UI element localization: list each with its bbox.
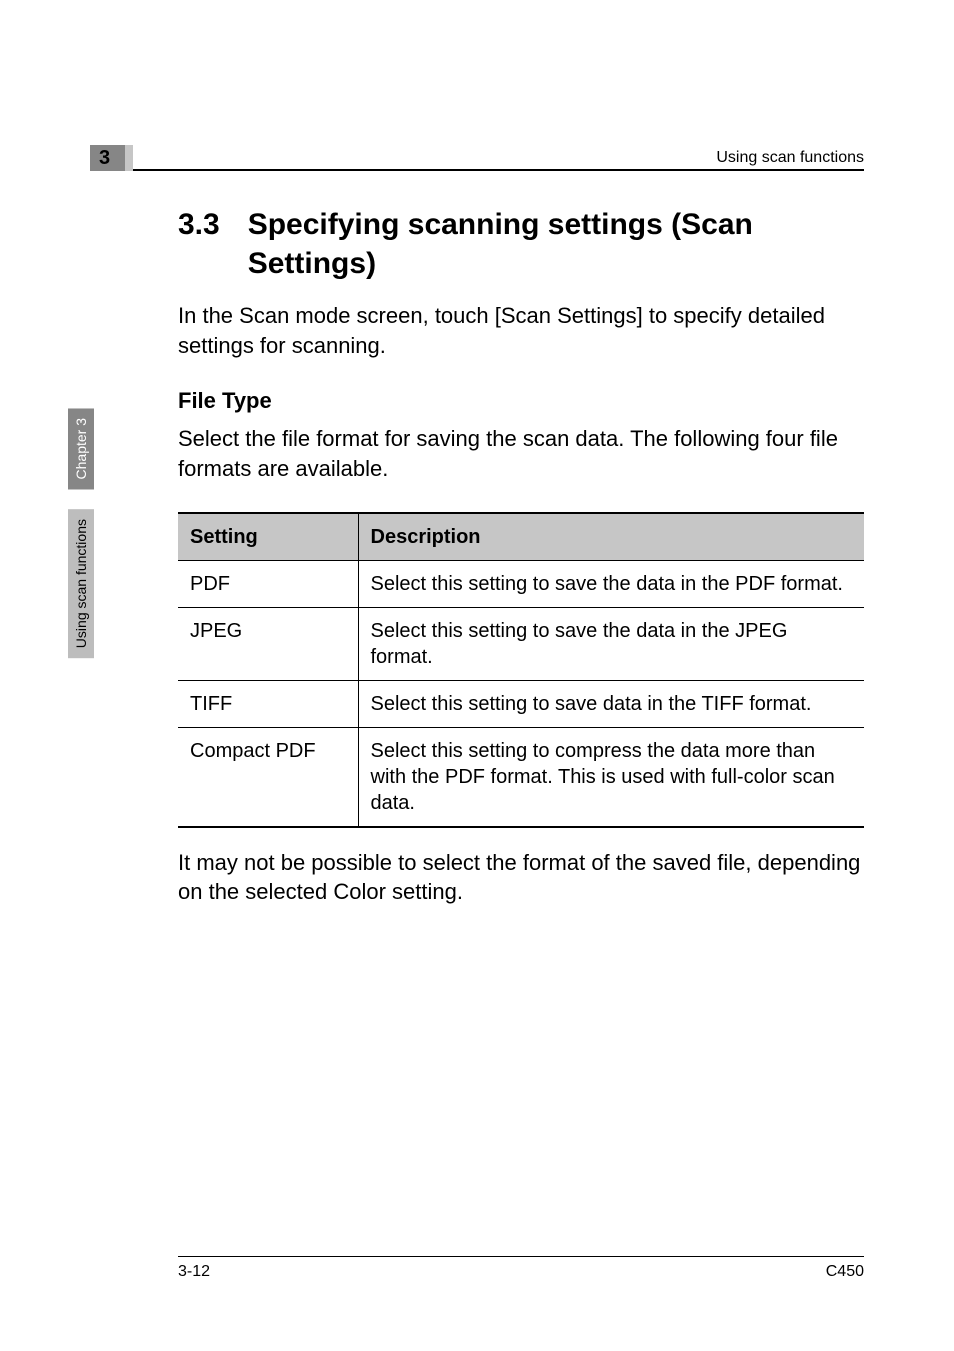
description-cell: Select this setting to save data in the …	[358, 680, 864, 727]
setting-cell: TIFF	[178, 680, 358, 727]
model-number: C450	[826, 1263, 864, 1281]
settings-table: Setting Description PDF Select this sett…	[178, 512, 864, 828]
page-header: 3 Using scan functions	[90, 145, 864, 171]
side-tab-section: Using scan functions	[68, 509, 94, 658]
section-number: 3.3	[178, 205, 220, 244]
description-cell: Select this setting to save the data in …	[358, 560, 864, 607]
subsection-intro: Select the file format for saving the sc…	[178, 424, 864, 483]
chapter-number: 3	[99, 147, 110, 170]
section-heading: 3.3 Specifying scanning settings (Scan S…	[178, 205, 864, 283]
table-header-row: Setting Description	[178, 513, 864, 561]
table-row: PDF Select this setting to save the data…	[178, 560, 864, 607]
table-row: JPEG Select this setting to save the dat…	[178, 607, 864, 680]
description-cell: Select this setting to compress the data…	[358, 727, 864, 827]
note-text: It may not be possible to select the for…	[178, 848, 864, 907]
breadcrumb: Using scan functions	[716, 149, 864, 167]
table-row: Compact PDF Select this setting to compr…	[178, 727, 864, 827]
footer-rule	[178, 1256, 864, 1257]
setting-cell: Compact PDF	[178, 727, 358, 827]
side-tabs: Chapter 3 Using scan functions	[68, 408, 98, 679]
page-container: 3 Using scan functions Chapter 3 Using s…	[0, 0, 954, 1351]
table-header-setting: Setting	[178, 513, 358, 561]
section-intro: In the Scan mode screen, touch [Scan Set…	[178, 301, 864, 360]
side-tab-chapter: Chapter 3	[68, 408, 94, 489]
description-cell: Select this setting to save the data in …	[358, 607, 864, 680]
setting-cell: JPEG	[178, 607, 358, 680]
page-number: 3-12	[178, 1263, 210, 1281]
table-row: TIFF Select this setting to save data in…	[178, 680, 864, 727]
header-rule	[133, 169, 864, 171]
footer-row: 3-12 C450	[178, 1263, 864, 1281]
section-title: Specifying scanning settings (Scan Setti…	[248, 205, 864, 283]
chapter-number-badge: 3	[90, 145, 125, 171]
page-footer: 3-12 C450	[178, 1256, 864, 1281]
table-header-description: Description	[358, 513, 864, 561]
content-area: 3.3 Specifying scanning settings (Scan S…	[178, 205, 864, 907]
setting-cell: PDF	[178, 560, 358, 607]
subsection-heading: File Type	[178, 388, 864, 414]
